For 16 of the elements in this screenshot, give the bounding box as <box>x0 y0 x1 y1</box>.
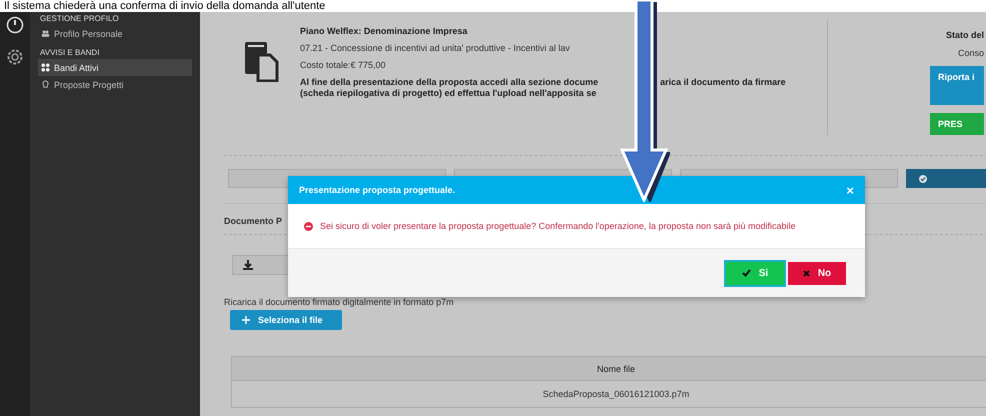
instruction-text: Al fine della presentazione della proposta accedi alla sezione docume <box>300 77 598 88</box>
instruction-text: (scheda riepilogativa di progetto) ed effettua l'upload nell'apposita se <box>300 88 598 99</box>
proposal-measure: 07.21 - Concessione di incentivi ad unita' produttive - Incentivi al lav <box>300 43 571 53</box>
status-value: Conso <box>958 48 984 58</box>
dialog-title: Presentazione proposta progettuale. <box>299 185 456 195</box>
sidebar-heading: GESTIONE PROFILO <box>39 13 120 25</box>
upload-hint: Ricarica il documento firmato digitalmente in formato p7m <box>224 297 455 307</box>
proposal-title: Piano Welflex: Denominazione Impresa <box>300 26 468 36</box>
total-cost: Costo totale:€ 775,00 <box>300 60 387 70</box>
column-header: Nome file <box>232 356 986 380</box>
sidebar-heading: AVVISI E BANDI <box>39 47 100 59</box>
instruction-text: arica il documento da firmare <box>660 77 786 88</box>
caption: Il sistema chiederà una conferma di invio della domanda all'utente <box>3 0 326 12</box>
dialog-message: Sei sicuro di voler presentare la proposta progettuale? Confermando l'operazione, la proposta non sarà più modificabile <box>320 221 796 231</box>
table-cell: SchedaProposta_06016121003.p7m <box>232 380 986 408</box>
status-label: Stato del <box>946 30 984 40</box>
